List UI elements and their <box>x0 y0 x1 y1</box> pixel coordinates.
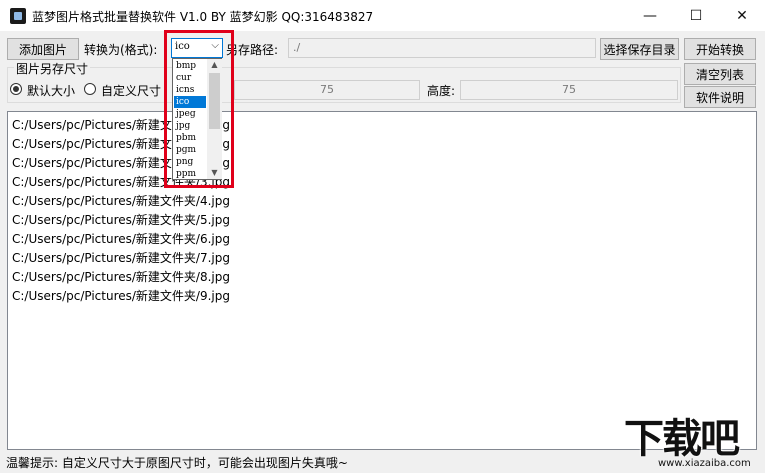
default-size-label: 默认大小 <box>27 84 76 98</box>
watermark-logo: 下载吧 www.xiazaiba.com <box>624 406 765 473</box>
minimize-button[interactable]: — <box>627 0 673 31</box>
annotation-highlight-box <box>164 30 234 188</box>
size-group-title: 图片另存尺寸 <box>14 60 91 77</box>
title-bar: 蓝梦图片格式批量替换软件 V1.0 BY 蓝梦幻影 QQ:316483827 —… <box>0 0 765 31</box>
save-path-input[interactable]: ./ <box>288 38 596 58</box>
convert-format-label: 转换为(格式): <box>84 43 158 57</box>
list-item[interactable]: C:/Users/pc/Pictures/新建文件夹/5.jpg <box>12 211 230 228</box>
list-item[interactable]: C:/Users/pc/Pictures/新建文件夹/8.jpg <box>12 268 230 285</box>
app-icon <box>10 8 26 24</box>
add-images-button[interactable]: 添加图片 <box>7 38 79 60</box>
help-button[interactable]: 软件说明 <box>684 86 756 108</box>
status-text: 温馨提示: 自定义尺寸大于原图尺寸时，可能会出现图片失真哦~ <box>6 456 348 470</box>
maximize-button[interactable]: ☐ <box>673 0 719 31</box>
height-label: 高度: <box>427 84 456 98</box>
choose-dir-button[interactable]: 选择保存目录 <box>600 38 679 60</box>
list-item[interactable]: C:/Users/pc/Pictures/新建文件夹/7.jpg <box>12 249 230 266</box>
watermark-text: 下载吧 <box>624 416 740 462</box>
clear-list-button[interactable]: 清空列表 <box>684 63 756 85</box>
start-convert-button[interactable]: 开始转换 <box>684 38 756 60</box>
custom-size-radio[interactable] <box>84 83 96 95</box>
window-title: 蓝梦图片格式批量替换软件 V1.0 BY 蓝梦幻影 QQ:316483827 <box>32 10 374 24</box>
close-button[interactable]: ✕ <box>719 0 765 31</box>
width-input[interactable]: 75 <box>234 80 420 100</box>
custom-size-label: 自定义尺寸 <box>101 84 162 98</box>
list-item[interactable]: C:/Users/pc/Pictures/新建文件夹/4.jpg <box>12 192 230 209</box>
list-item[interactable]: C:/Users/pc/Pictures/新建文件夹/6.jpg <box>12 230 230 247</box>
watermark-url: www.xiazaiba.com <box>658 458 751 469</box>
list-item[interactable]: C:/Users/pc/Pictures/新建文件夹/9.jpg <box>12 287 230 304</box>
height-input[interactable]: 75 <box>460 80 678 100</box>
default-size-radio[interactable] <box>10 83 22 95</box>
file-list[interactable]: C:/Users/pc/Pictures/新建文件夹/1.jpg C:/User… <box>7 111 757 450</box>
